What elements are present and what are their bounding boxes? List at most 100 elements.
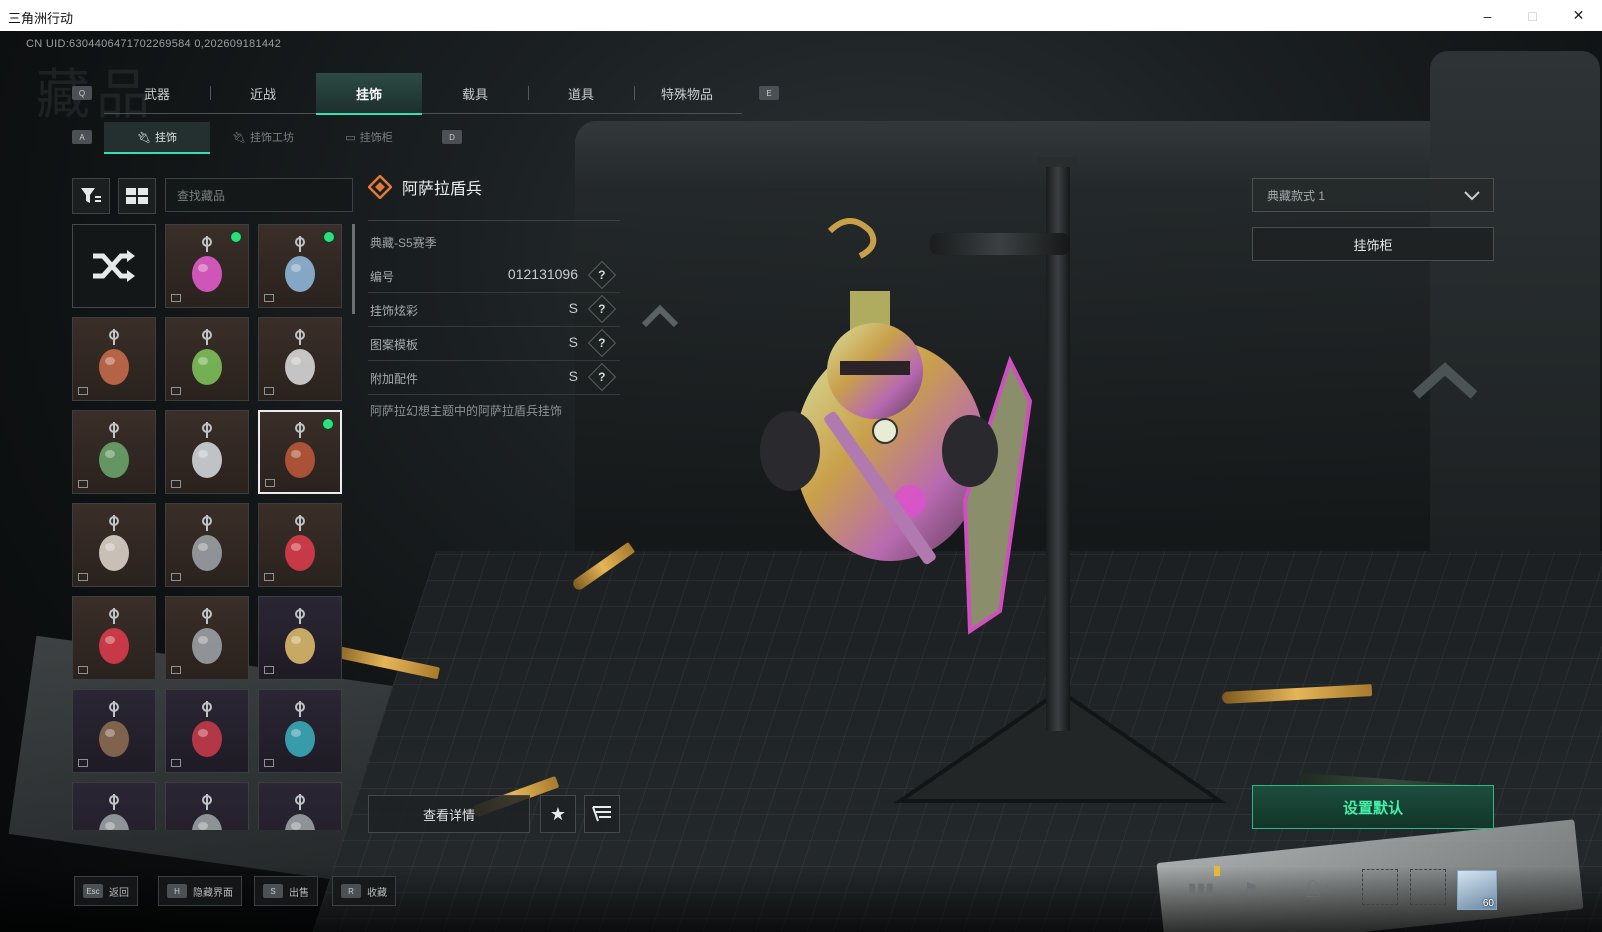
collection-item[interactable]: [258, 689, 342, 773]
chevron-up-icon: [641, 304, 679, 328]
charm-thumbnail-icon: [192, 329, 222, 385]
key-hint-d: D: [442, 130, 462, 144]
charm-thumbnail-icon: [285, 701, 315, 757]
help-icon[interactable]: ?: [587, 294, 617, 324]
preview-icon: [171, 573, 181, 581]
favorite-button[interactable]: ★: [540, 795, 576, 833]
help-icon[interactable]: ?: [587, 362, 617, 392]
preview-icon: [78, 573, 88, 581]
detail-value: S: [568, 334, 578, 350]
subtab-charm-workshop[interactable]: 🔌︎ 挂饰工坊: [210, 122, 316, 152]
set-default-button[interactable]: 设置默认: [1252, 785, 1494, 829]
collection-item[interactable]: [72, 503, 156, 587]
close-button[interactable]: ✕: [1556, 0, 1601, 31]
filter-button[interactable]: [72, 178, 110, 214]
empty-slot[interactable]: [1410, 869, 1446, 905]
charm-thumbnail-icon: [192, 794, 222, 830]
collection-item[interactable]: [165, 224, 249, 308]
view-details-button[interactable]: 查看详情: [368, 795, 530, 833]
key-hint-e: E: [759, 86, 779, 100]
charm-thumbnail-icon: [99, 515, 129, 571]
collect-hint-button[interactable]: R 收藏: [332, 876, 396, 906]
shuffle-icon: [93, 250, 135, 282]
key-hint-a: A: [72, 130, 92, 144]
tab-charms[interactable]: 挂饰: [316, 73, 422, 115]
collection-item[interactable]: [165, 317, 249, 401]
empty-slot[interactable]: [1362, 869, 1398, 905]
collection-item[interactable]: [258, 782, 342, 830]
tab-items[interactable]: 道具: [528, 73, 634, 113]
detail-value: S: [568, 300, 578, 316]
collection-item[interactable]: [165, 503, 249, 587]
search-input[interactable]: 查找藏品: [165, 178, 353, 212]
style-select-value: 典藏款式 1: [1267, 188, 1326, 203]
detail-row-finish: 挂饰炫彩 S ?: [368, 292, 620, 327]
friends-icon[interactable]: 👤︎ 4: [1296, 876, 1336, 902]
collection-item[interactable]: [72, 410, 156, 494]
tab-vehicles[interactable]: 载具: [422, 73, 528, 113]
subtab-charms[interactable]: 🔌︎ 挂饰: [104, 122, 210, 154]
new-indicator: [323, 231, 335, 243]
cabinet-icon: ▭: [345, 131, 356, 144]
collection-item[interactable]: [72, 782, 156, 830]
help-icon[interactable]: ?: [587, 260, 617, 290]
hide-ui-hint-button[interactable]: H 隐藏界面: [158, 876, 242, 906]
minimize-button[interactable]: –: [1465, 0, 1510, 31]
list-filter-icon: [592, 806, 611, 822]
collection-item[interactable]: [258, 317, 342, 401]
detail-row-attachment: 附加配件 S ?: [368, 360, 620, 395]
tab-special-items[interactable]: 特殊物品: [634, 73, 740, 113]
collection-item[interactable]: [258, 224, 342, 308]
tab-weapons[interactable]: 武器: [104, 73, 210, 113]
detail-value: 012131096: [507, 266, 578, 282]
collection-item[interactable]: [72, 317, 156, 401]
charm-thumbnail-icon: [99, 329, 129, 385]
uid-label: CN UID:6304406471702269584 0,20260918144…: [26, 38, 282, 50]
collection-item[interactable]: [165, 596, 249, 680]
avatar[interactable]: 60: [1457, 870, 1497, 910]
random-charm-button[interactable]: [72, 224, 156, 308]
subtab-charm-cabinet[interactable]: ▭ 挂饰柜: [316, 122, 422, 152]
collection-item[interactable]: [165, 689, 249, 773]
player-level: 60: [1482, 898, 1494, 909]
charm-thumbnail-icon: [285, 329, 315, 385]
detail-row-serial: 编号 012131096 ?: [368, 258, 620, 293]
sell-hint-button[interactable]: S 出售: [254, 876, 318, 906]
preview-icon: [264, 387, 274, 395]
charm-cabinet-button[interactable]: 挂饰柜: [1252, 227, 1494, 261]
notification-marker: [1214, 866, 1220, 876]
collection-item[interactable]: [258, 596, 342, 680]
collection-item[interactable]: [165, 410, 249, 494]
filter-icon: [81, 188, 101, 203]
maximize-button[interactable]: □: [1510, 0, 1555, 31]
title-divider: [368, 220, 620, 221]
flag-icon[interactable]: ⚑: [1236, 876, 1266, 902]
charm-thumbnail-icon: [285, 794, 315, 830]
key-esc: Esc: [83, 884, 103, 898]
charm-thumbnail-icon: [192, 515, 222, 571]
charm-thumbnail-icon: [285, 236, 315, 292]
new-indicator: [322, 418, 334, 430]
back-hint-button[interactable]: Esc 返回: [74, 876, 138, 906]
collection-item[interactable]: [258, 410, 342, 494]
charm-display-model: [760, 157, 1227, 803]
tab-melee[interactable]: 近战: [210, 73, 316, 113]
collection-item[interactable]: [72, 689, 156, 773]
preview-icon: [78, 387, 88, 395]
grid-view-button[interactable]: [118, 178, 156, 214]
collection-item[interactable]: [165, 782, 249, 830]
charm-thumbnail-icon: [192, 701, 222, 757]
stats-icon[interactable]: ▮▮▮: [1186, 876, 1216, 902]
sub-tabs: 🔌︎ 挂饰 🔌︎ 挂饰工坊 ▭ 挂饰柜: [104, 122, 444, 154]
wishlist-button[interactable]: [584, 795, 620, 833]
charm-thumbnail-icon: [192, 608, 222, 664]
collection-item[interactable]: [72, 596, 156, 680]
detail-label: 挂饰炫彩: [370, 304, 419, 318]
key-hint-q: Q: [72, 86, 92, 100]
style-select[interactable]: 典藏款式 1: [1252, 178, 1494, 212]
key-s: S: [263, 884, 283, 898]
grid-scrollbar[interactable]: [352, 224, 355, 314]
detail-label: 附加配件: [370, 372, 419, 386]
help-icon[interactable]: ?: [587, 328, 617, 358]
collection-item[interactable]: [258, 503, 342, 587]
